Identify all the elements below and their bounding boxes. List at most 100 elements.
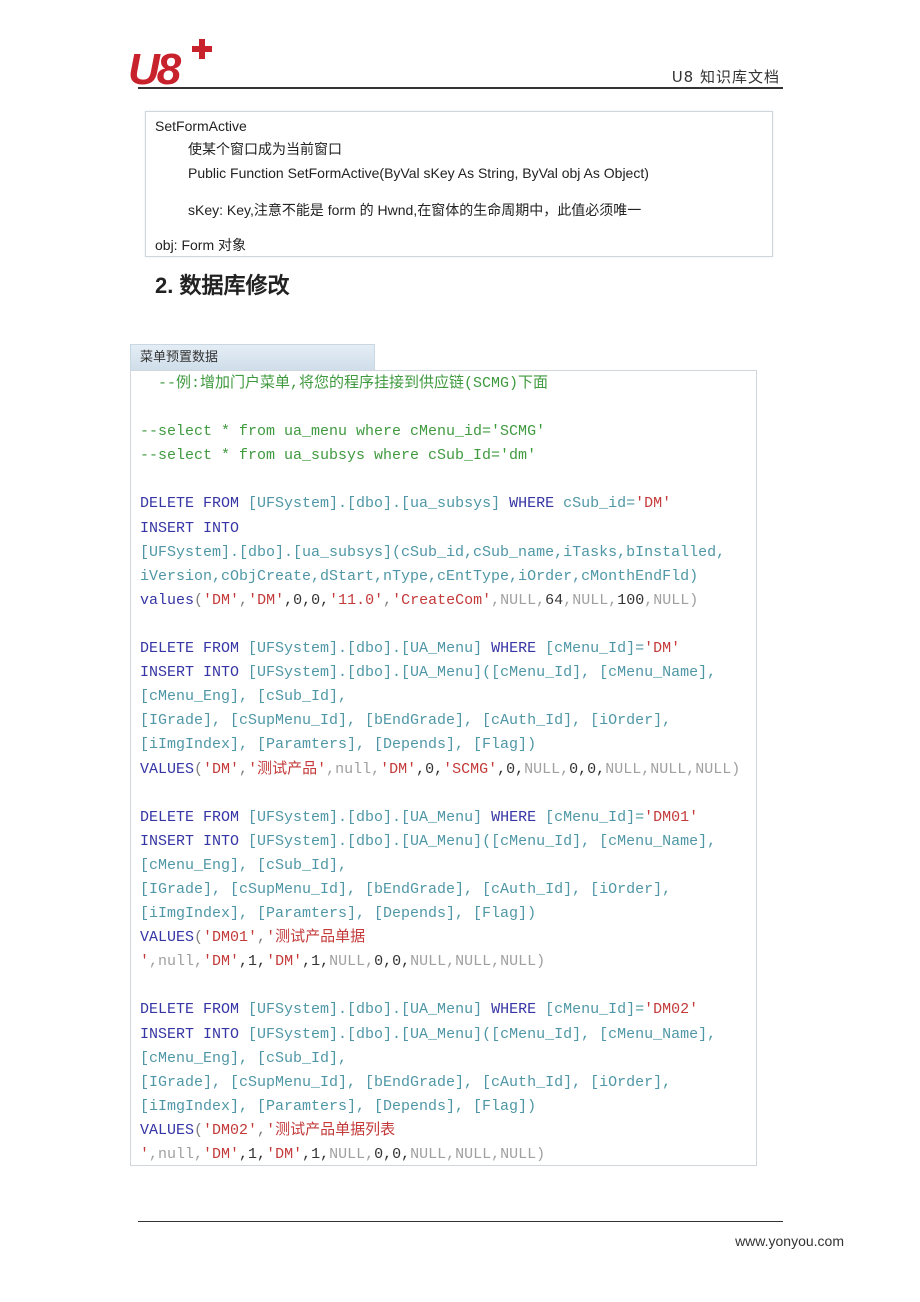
code-token: ,1, (302, 953, 330, 971)
code-token: ( (194, 760, 204, 778)
code-line: [cMenu_Eng], [cSub_Id], (140, 685, 740, 709)
code-token: [UFSystem].[dbo].[ua_subsys](cSub_id,cSu… (140, 543, 726, 561)
code-line: [UFSystem].[dbo].[ua_subsys](cSub_id,cSu… (140, 541, 740, 565)
code-token: ,null, (326, 760, 381, 778)
code-token: , (257, 1121, 267, 1139)
code-token: NULL, (524, 760, 570, 778)
code-line: INSERT INTO [UFSystem].[dbo].[UA_Menu]([… (140, 661, 740, 685)
code-line: [cMenu_Eng], [cSub_Id], (140, 1047, 740, 1071)
code-token: [cMenu_Eng], [cSub_Id], (140, 688, 348, 706)
code-token: NULL, (329, 1146, 375, 1163)
code-token: 'DM01' (644, 808, 699, 826)
code-line: --例:增加门户菜单,将您的程序挂接到供应链(SCMG)下面 (140, 372, 740, 396)
code-line: [IGrade], [cSupMenu_Id], [bEndGrade], [c… (140, 878, 740, 902)
code-token: ,null, (149, 953, 204, 971)
code-line: DELETE FROM [UFSystem].[dbo].[UA_Menu] W… (140, 637, 740, 661)
u8-plus-logo: U8 (128, 39, 212, 88)
code-token: [UFSystem].[dbo].[UA_Menu]([cMenu_Id], [… (248, 832, 717, 850)
code-token: 0,0, (569, 760, 606, 778)
code-line: [IGrade], [cSupMenu_Id], [bEndGrade], [c… (140, 1071, 740, 1095)
code-token: VALUES (140, 1121, 195, 1139)
code-token: 'DM02' (203, 1121, 258, 1139)
code-line: INSERT INTO [UFSystem].[dbo].[UA_Menu]([… (140, 830, 740, 854)
header-title: U8 知识库文档 (671, 68, 780, 86)
code-token: 'DM' (248, 591, 285, 609)
code-token: WHERE (491, 1001, 546, 1019)
code-line: [iImgIndex], [Paramters], [Depends], [Fl… (140, 733, 740, 757)
code-token: NULL,NULL,NULL) (605, 760, 741, 778)
code-token: NULL,NULL,NULL) (410, 1146, 546, 1163)
code-token: , (239, 760, 249, 778)
code-token: [iImgIndex], [Paramters], [Depends], [Fl… (140, 736, 537, 754)
code-token: '测试产品' (248, 760, 327, 778)
code-token: '11.0' (329, 591, 384, 609)
code-line: ',null,'DM',1,'DM',1,NULL,0,0,NULL,NULL,… (140, 1143, 740, 1167)
code-token: INSERT INTO (140, 519, 240, 537)
code-line: DELETE FROM [UFSystem].[dbo].[ua_subsys]… (140, 492, 740, 516)
code-token: [UFSystem].[dbo].[UA_Menu] (248, 1001, 492, 1019)
code-token: '测试产品单据列表 (266, 1121, 396, 1139)
api-param-skey: sKey: Key,注意不能是 form 的 Hwnd,在窗体的生命周期中，此值… (188, 202, 642, 218)
code-token: --select * from ua_subsys where cSub_Id=… (140, 447, 537, 465)
code-token: DELETE FROM (140, 495, 249, 513)
code-token: [IGrade], [cSupMenu_Id], [bEndGrade], [c… (140, 1073, 672, 1091)
code-token: [UFSystem].[dbo].[UA_Menu] (248, 640, 492, 658)
code-token: 'CreateCom' (392, 591, 492, 609)
code-token: , (239, 591, 249, 609)
code-token: DELETE FROM (140, 640, 249, 658)
footer-url: www.yonyou.com (735, 1233, 844, 1249)
footer-divider (138, 1221, 783, 1222)
api-description-box: SetFormActive 使某个窗口成为当前窗口 Public Functio… (145, 111, 773, 257)
code-line: --select * from ua_menu where cMenu_id='… (140, 420, 740, 444)
code-token: 'SCMG' (443, 760, 498, 778)
code-line: [IGrade], [cSupMenu_Id], [bEndGrade], [c… (140, 709, 740, 733)
code-token: ,null, (149, 1146, 204, 1163)
code-line: --select * from ua_subsys where cSub_Id=… (140, 444, 740, 468)
code-token: ,0, (497, 760, 525, 778)
code-token: [UFSystem].[dbo].[ua_subsys] (248, 495, 510, 513)
code-token: [cMenu_Id]= (545, 640, 645, 658)
code-token: [IGrade], [cSupMenu_Id], [bEndGrade], [c… (140, 712, 672, 730)
code-line: values('DM','DM',0,0,'11.0','CreateCom',… (140, 589, 740, 613)
code-token: [cMenu_Id]= (545, 808, 645, 826)
code-token: [UFSystem].[dbo].[UA_Menu]([cMenu_Id], [… (248, 664, 717, 682)
code-token: WHERE (491, 808, 546, 826)
api-name: SetFormActive (155, 118, 247, 134)
code-token: '测试产品单据 (266, 929, 366, 947)
code-token: VALUES (140, 929, 195, 947)
code-token: ,1, (239, 953, 267, 971)
code-line: [cMenu_Eng], [cSub_Id], (140, 854, 740, 878)
code-token: 'DM' (266, 953, 303, 971)
code-line: [iImgIndex], [Paramters], [Depends], [Fl… (140, 902, 740, 926)
code-token: iVersion,cObjCreate,dStart,nType,cEntTyp… (140, 567, 699, 585)
code-token: INSERT INTO (140, 664, 249, 682)
code-token: INSERT INTO (140, 832, 249, 850)
code-token: cSub_id= (563, 495, 636, 513)
code-token: 0,0, (374, 953, 411, 971)
api-signature: Public Function SetFormActive(ByVal sKey… (188, 165, 649, 181)
code-token: VALUES (140, 760, 195, 778)
code-token: , (383, 591, 393, 609)
code-token: [UFSystem].[dbo].[UA_Menu] (248, 808, 492, 826)
code-token: 'DM01' (203, 929, 258, 947)
code-token: 0,0, (374, 1146, 411, 1163)
code-token: 'DM' (203, 1146, 240, 1163)
code-token: , (257, 929, 267, 947)
code-token: 'DM' (203, 953, 240, 971)
code-token: ,1, (239, 1146, 267, 1163)
code-token: 'DM' (380, 760, 417, 778)
code-token: ' (140, 1146, 150, 1163)
code-line: INSERT INTO [UFSystem].[dbo].[UA_Menu]([… (140, 1023, 740, 1047)
code-token: ,NULL, (563, 591, 618, 609)
code-token: ( (194, 1121, 204, 1139)
code-token: 'DM' (644, 640, 681, 658)
code-token: ,NULL) (644, 591, 699, 609)
code-block-title: 菜单预置数据 (130, 344, 375, 370)
code-token: [cMenu_Id]= (545, 1001, 645, 1019)
code-line: VALUES('DM01','测试产品单据 (140, 926, 740, 950)
code-line: INSERT INTO (140, 517, 740, 541)
code-token: ,0,0, (284, 591, 330, 609)
code-token: 100 (617, 591, 645, 609)
